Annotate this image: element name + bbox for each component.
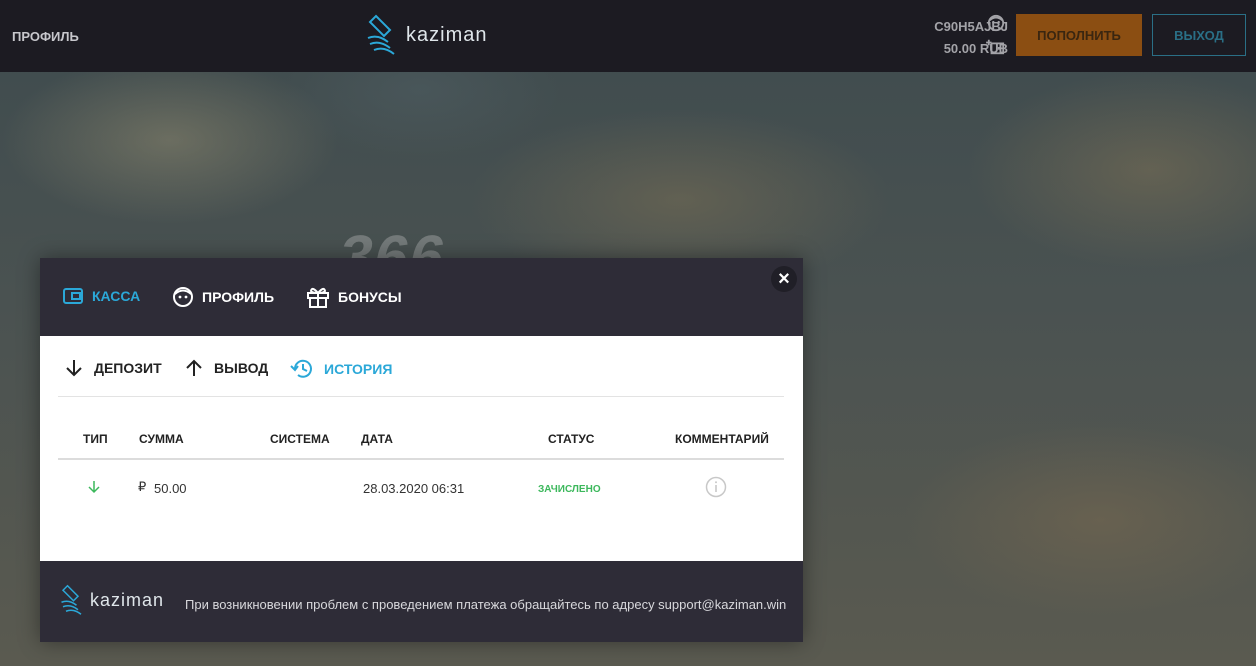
gift-icon (307, 287, 329, 308)
row-date: 28.03.2020 06:31 (363, 481, 465, 496)
col-type: ТИП (83, 432, 108, 446)
logo-mark-icon (367, 14, 395, 55)
modal-header: КАССА ПРОФИЛЬ БОНУСЫ × (40, 258, 803, 336)
arrow-down-icon (88, 481, 100, 494)
history-icon (290, 359, 312, 378)
subtab-withdraw-label: ВЫВОД (214, 360, 269, 376)
row-amount: 50.00 (154, 481, 187, 496)
info-icon[interactable] (705, 476, 727, 498)
footer-logo: kaziman (60, 579, 164, 621)
footer-logo-text: kaziman (90, 589, 165, 610)
subtab-deposit-label: ДЕПОЗИТ (94, 360, 162, 376)
top-bar: ПРОФИЛЬ kaziman C90H5AJBJ 50.00 RUB ПОПО… (0, 0, 1256, 72)
col-amount: СУММА (139, 432, 184, 446)
col-system: СИСТЕМА (270, 432, 330, 446)
exit-button[interactable]: ВЫХОД (1152, 14, 1246, 56)
logo-mark-icon (61, 584, 82, 615)
modal-footer: kaziman При возникновении проблем с пров… (40, 561, 803, 642)
support-note: При возникновении проблем с проведением … (185, 597, 787, 612)
row-status: ЗАЧИСЛЕНО (538, 484, 601, 495)
tab-profile[interactable]: ПРОФИЛЬ (172, 286, 274, 308)
arrow-up-icon (186, 359, 202, 376)
tab-profile-label: ПРОФИЛЬ (202, 289, 275, 305)
arrow-down-icon (66, 360, 82, 377)
subtabs-divider (58, 396, 784, 397)
face-icon (173, 287, 193, 307)
site-logo[interactable]: kaziman (366, 12, 487, 58)
close-button[interactable]: × (771, 266, 797, 292)
col-status: СТАТУС (548, 432, 595, 446)
subtab-withdraw[interactable]: ВЫВОД (184, 358, 268, 378)
tab-cashier[interactable]: КАССА (62, 286, 140, 306)
wallet-add-icon[interactable] (986, 38, 1006, 56)
deposit-button[interactable]: ПОПОЛНИТЬ (1016, 14, 1142, 56)
modal-body: ДЕПОЗИТ ВЫВОД ИСТОРИЯ ТИП СУММА СИСТЕМА … (40, 336, 803, 561)
table-header-line (58, 458, 784, 460)
profile-link[interactable]: ПРОФИЛЬ (12, 29, 79, 44)
currency-symbol: ₽ (138, 479, 147, 494)
subtab-deposit[interactable]: ДЕПОЗИТ (64, 358, 162, 378)
col-date: ДАТА (361, 432, 393, 446)
face-icon[interactable] (986, 14, 1006, 32)
subtab-history-label: ИСТОРИЯ (324, 361, 393, 377)
wallet-icon (63, 288, 83, 304)
subtab-history[interactable]: ИСТОРИЯ (290, 358, 392, 380)
tab-bonuses-label: БОНУСЫ (338, 289, 402, 305)
user-icons (986, 14, 1008, 62)
col-comment: КОММЕНТАРИЙ (675, 432, 769, 446)
cashier-modal: КАССА ПРОФИЛЬ БОНУСЫ × ДЕПОЗИТ ВЫВОД ИСТ… (40, 258, 803, 642)
logo-text: kaziman (406, 23, 488, 46)
tab-cashier-label: КАССА (92, 288, 141, 304)
tab-bonuses[interactable]: БОНУСЫ (306, 286, 402, 308)
